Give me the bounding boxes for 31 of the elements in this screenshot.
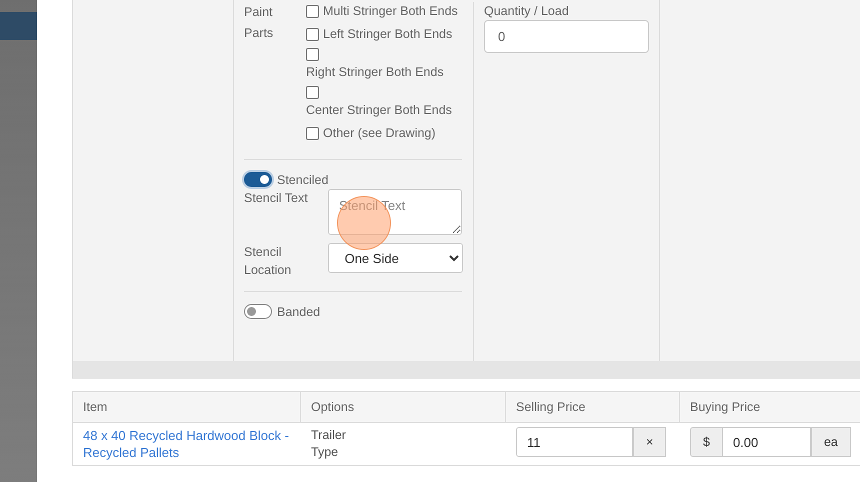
field-label: Paint Parts (244, 4, 274, 42)
stencil-location-dropdown[interactable]: One Side (328, 243, 463, 273)
checkbox-label: Right Stringer Both Ends (306, 64, 444, 81)
field-label: Stencil Text (244, 190, 309, 207)
checkbox[interactable] (306, 4, 319, 18)
column-header: Item (73, 392, 301, 422)
checkbox-label: Left Stringer Both Ends (323, 26, 452, 43)
checkbox[interactable] (306, 126, 319, 140)
field-label: Quantity / Load (483, 3, 570, 20)
buying-price-field[interactable]: 0.00 (722, 427, 811, 457)
toggle-switch[interactable] (244, 172, 272, 187)
clear-button[interactable]: × (633, 427, 666, 457)
table-cell-text: Trailer Type (311, 427, 347, 461)
currency-addon: $ (690, 427, 723, 457)
toggle-label: Stenciled (277, 172, 328, 186)
selling-price-field[interactable]: 11 (516, 427, 633, 457)
toggle-label: Banded (277, 304, 320, 318)
column-header: Options (301, 392, 506, 422)
toggle-switch[interactable] (244, 304, 272, 319)
checkbox[interactable] (306, 28, 319, 40)
checkbox-label: Other (see Drawing) (323, 125, 436, 142)
checkbox-label: Center Stringer Both Ends (306, 102, 452, 119)
unit-addon: ea (810, 427, 851, 457)
field-label: Stencil Location (244, 244, 292, 279)
column-header: Buying Price (680, 392, 860, 422)
checkbox[interactable] (306, 48, 319, 61)
column-header: Selling Price (506, 392, 680, 422)
checkbox-label: Multi Stringer Both Ends (323, 3, 458, 20)
item-link[interactable]: 48 x 40 Recycled Hardwood Block - Recycled Pallets (83, 427, 291, 461)
quantity-field[interactable]: 0 (484, 20, 649, 53)
checkbox[interactable] (306, 86, 319, 99)
